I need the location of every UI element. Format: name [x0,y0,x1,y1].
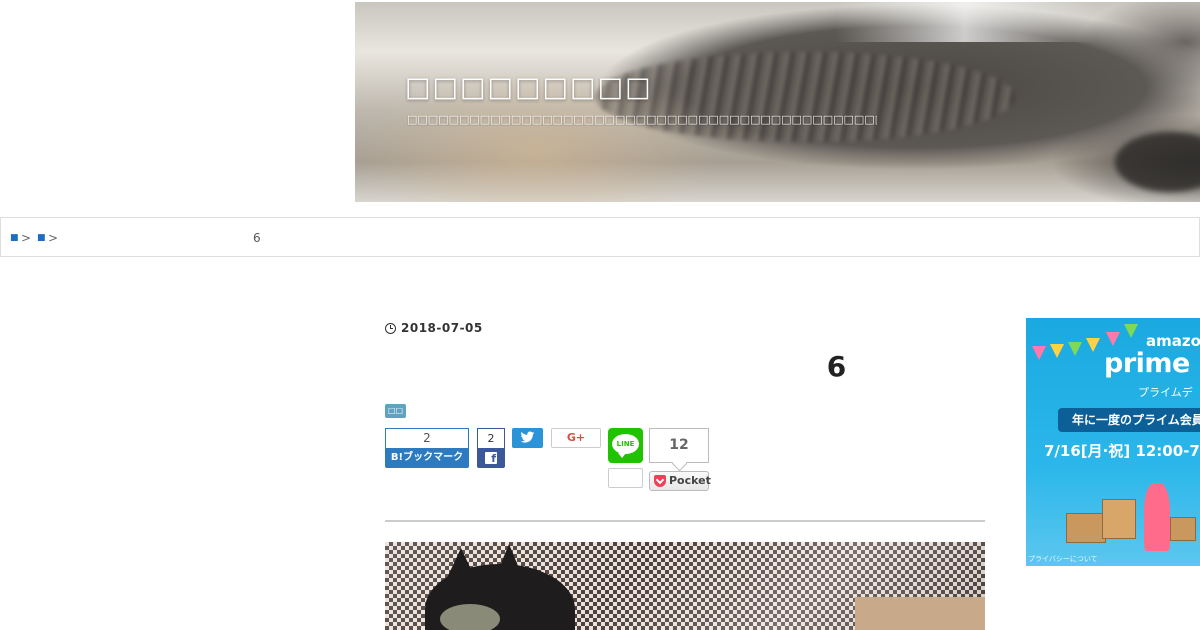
post-title: 6 [826,350,847,383]
line-share-count [608,468,643,488]
site-description: □□□□□□□□□□□□□□□□□□□□□□□□□□□□□□□□□□□□□□□□… [407,113,877,126]
bunting-flag [1068,342,1082,356]
ad-illustration [1066,483,1196,553]
prime-day-subtitle: プライムデ [1138,386,1193,399]
amazon-prime-day-ad[interactable]: amazon prime d プライムデ 年に一度のプライム会員の 7/16[月… [1026,318,1200,566]
post-date-text: 2018-07-05 [401,321,483,335]
cardboard-box [1066,513,1106,543]
header-image-paw [1115,132,1200,192]
bunting-flag [1086,338,1100,352]
content-divider [385,520,985,522]
line-share-button[interactable]: LINE [608,428,643,463]
ad-privacy-link[interactable]: プライバシーについて [1028,554,1098,564]
bunting-flag [1106,332,1120,346]
bunting-flag [1124,324,1138,338]
bunting-flag [1032,346,1046,360]
twitter-share-button[interactable] [512,428,543,448]
featured-image-cat-face [440,604,500,630]
breadcrumb-current: 6 [253,231,261,245]
breadcrumb-separator: > [21,231,32,245]
category-tag[interactable]: □□ [385,404,406,418]
hatena-bookmark-count[interactable]: 2 [385,428,469,448]
featured-image [385,542,985,630]
hatena-bookmark-button[interactable]: B!ブックマーク [385,448,469,468]
post-date: 2018-07-05 [385,321,483,335]
bunting-flag [1050,344,1064,358]
facebook-icon: f [485,452,497,465]
header-image-light [835,2,1095,42]
twitter-bird-icon [520,431,535,443]
pocket-label: Pocket [669,474,711,487]
featured-image-floor [855,597,985,630]
pocket-icon [654,475,666,487]
header-image-cat [595,52,1015,142]
ad-headline: 年に一度のプライム会員の [1058,408,1200,432]
breadcrumb-home-link[interactable]: ■ [10,233,19,243]
cardboard-box [1102,499,1136,539]
facebook-share-button[interactable]: f [477,448,505,468]
ad-character [1144,483,1170,551]
cardboard-box [1170,517,1196,541]
pocket-save-button[interactable]: Pocket [649,471,711,491]
clock-icon [385,322,396,334]
ad-date: 7/16[月·祝] 12:00-7 [1044,442,1200,460]
line-icon: LINE [612,434,639,458]
breadcrumb-category-link[interactable]: ■ [37,233,46,243]
breadcrumb-separator: > [48,231,59,245]
facebook-share-count[interactable]: 2 [477,428,505,448]
pocket-save-count: 12 [649,428,709,463]
google-plus-share-button[interactable]: G+ [551,428,601,448]
breadcrumb: ■ > ■ > 6 [0,217,1200,257]
site-title[interactable]: □□□□□□□□□ [405,72,653,103]
prime-day-logo: prime d [1104,348,1200,379]
